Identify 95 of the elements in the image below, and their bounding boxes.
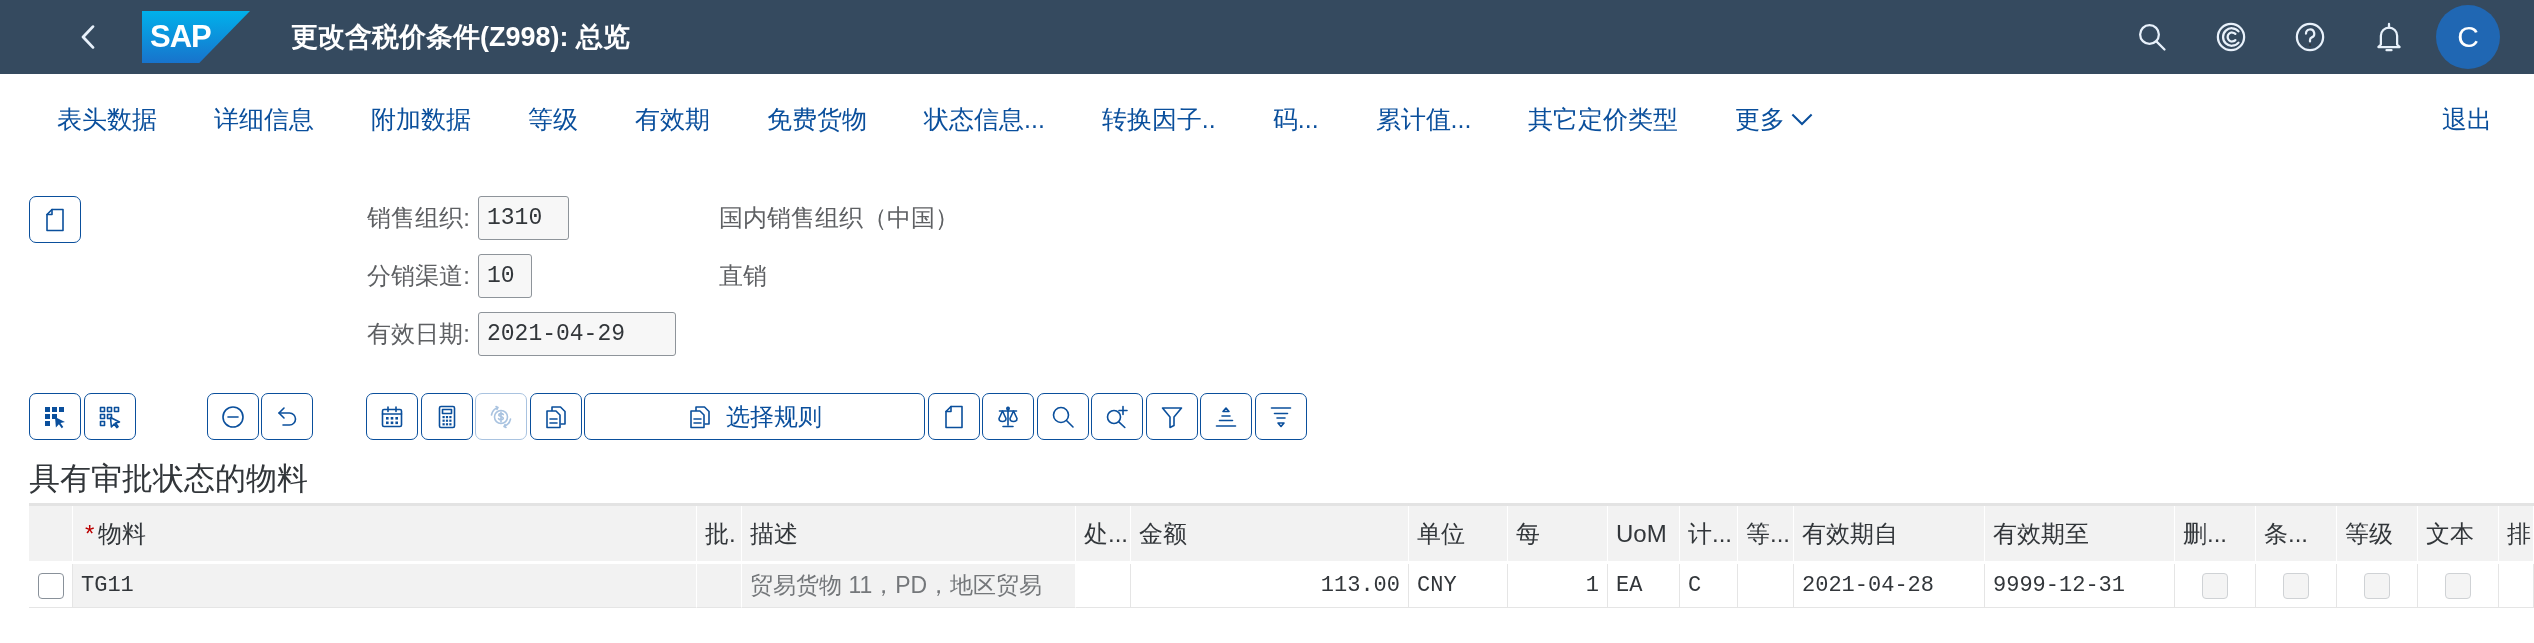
filter-button[interactable] — [1145, 393, 1198, 440]
scales-button[interactable] — [982, 393, 1034, 440]
column-header[interactable]: 描述 — [742, 506, 1076, 561]
deselect-all-icon — [97, 404, 122, 429]
copy-icon — [543, 404, 568, 429]
filter-icon — [1159, 404, 1184, 429]
column-header[interactable]: 等... — [1738, 506, 1794, 561]
input-field[interactable]: CNY — [1409, 564, 1508, 608]
column-header[interactable]: 有效期自 — [1794, 506, 1985, 561]
input-field[interactable]: C — [1680, 564, 1738, 608]
column-header[interactable]: 等级 — [2337, 506, 2418, 561]
input-field[interactable]: 2021-04-28 — [1794, 564, 1985, 608]
bell-icon[interactable] — [2374, 22, 2404, 52]
back-icon[interactable] — [81, 25, 95, 49]
currency-icon — [489, 404, 513, 429]
chevron-down-icon — [1791, 112, 1814, 126]
nav-tab[interactable]: 累计值... — [1375, 102, 1472, 136]
input-field[interactable]: 9999-12-31 — [1985, 564, 2175, 608]
sort-ascending-button[interactable] — [1200, 393, 1252, 440]
column-header-label: 物料 — [98, 518, 147, 549]
input-field[interactable] — [1738, 564, 1794, 608]
sort-ascending-icon — [1214, 404, 1238, 429]
search-button[interactable] — [1036, 393, 1089, 440]
nav-tab[interactable]: 其它定价类型 — [1528, 102, 1679, 136]
nav-tab[interactable]: 状态信息... — [924, 102, 1045, 136]
nav-tab[interactable]: 附加数据 — [371, 102, 471, 136]
column-header[interactable]: 排 — [2499, 506, 2534, 561]
undo-icon — [275, 404, 299, 429]
search-icon — [1050, 404, 1075, 429]
copy-icon — [687, 404, 712, 429]
field-label: 销售组织: — [366, 203, 470, 233]
column-header[interactable]: 每 — [1508, 506, 1608, 561]
selection-rule-button[interactable]: 选择规则 — [584, 393, 925, 440]
table-title: 具有审批状态的物料 — [29, 460, 309, 498]
search-plus-icon — [1105, 404, 1129, 429]
table-cell: 贸易货物 11，PD，地区贸易 — [742, 564, 1076, 608]
column-header[interactable]: 条... — [2256, 506, 2337, 561]
column-header[interactable]: * 物料 — [73, 506, 697, 561]
calendar-icon — [380, 404, 404, 429]
user-avatar[interactable]: C — [2436, 5, 2500, 69]
column-header[interactable]: 有效期至 — [1985, 506, 2175, 561]
nav-tab[interactable]: 码... — [1272, 102, 1319, 136]
nav-tab[interactable]: 转换因子.. — [1101, 102, 1216, 136]
copy-button[interactable] — [529, 393, 582, 440]
column-header[interactable]: 金额 — [1131, 506, 1409, 561]
table-cell: TG11 — [73, 564, 697, 608]
exit-link[interactable]: 退出 — [2442, 102, 2492, 136]
input-field[interactable]: 113.00 — [1131, 564, 1409, 608]
sort-descending-icon — [1268, 404, 1293, 429]
nav-tab[interactable]: 表头数据 — [57, 102, 157, 136]
column-header[interactable]: UoM — [1608, 506, 1680, 561]
table-cell — [697, 564, 742, 608]
delete-row-button[interactable] — [206, 393, 259, 440]
nav-tab[interactable]: 详细信息 — [214, 102, 314, 136]
nav-tab[interactable]: 等级 — [528, 102, 578, 136]
select-all-button[interactable] — [29, 393, 81, 440]
input-field[interactable]: 2021-04-29 — [478, 312, 676, 356]
nav-tab[interactable]: 免费货物 — [767, 102, 867, 136]
calculator-button[interactable] — [420, 393, 473, 440]
column-header[interactable]: 文本 — [2418, 506, 2499, 561]
input-field[interactable]: 1 — [1508, 564, 1608, 608]
search-icon[interactable] — [2137, 22, 2167, 52]
more-menu[interactable]: 更多 — [1735, 102, 1814, 136]
find-next-button[interactable] — [1091, 393, 1143, 440]
field-label: 有效日期: — [366, 319, 470, 349]
document-button[interactable] — [927, 393, 980, 440]
column-header[interactable]: 删... — [2175, 506, 2256, 561]
concentric-arcs-icon[interactable] — [2216, 22, 2246, 52]
deselect-all-button[interactable] — [83, 393, 136, 440]
column-header[interactable]: 计... — [1680, 506, 1738, 561]
required-mark: * — [85, 519, 95, 548]
column-header[interactable]: 单位 — [1409, 506, 1508, 561]
input-field[interactable]: 1310 — [478, 196, 569, 240]
calendar-button[interactable] — [366, 393, 418, 440]
document-icon — [43, 207, 67, 232]
scales-icon — [996, 404, 1020, 429]
page-title: 更改含税价条件(Z998): 总览 — [291, 21, 631, 54]
input-field[interactable]: EA — [1608, 564, 1680, 608]
select-all-icon — [43, 404, 67, 429]
column-header[interactable]: 批. — [697, 506, 742, 561]
minus-circle-icon — [220, 404, 245, 429]
input-field[interactable] — [1076, 564, 1131, 608]
field-description: 国内销售组织（中国） — [719, 203, 959, 233]
help-icon[interactable] — [2295, 22, 2325, 52]
new-document-button[interactable] — [29, 196, 81, 243]
input-field[interactable]: 10 — [478, 254, 532, 298]
row-selector-checkbox[interactable] — [37, 572, 64, 599]
field-label: 分销渠道: — [366, 261, 470, 291]
field-description: 直销 — [719, 261, 768, 291]
nav-tab[interactable]: 有效期 — [635, 102, 710, 136]
column-header[interactable]: 处... — [1076, 506, 1131, 561]
input-field[interactable] — [2499, 564, 2534, 608]
sort-descending-button[interactable] — [1254, 393, 1307, 440]
selector-header — [29, 506, 73, 561]
undo-button[interactable] — [261, 393, 313, 440]
